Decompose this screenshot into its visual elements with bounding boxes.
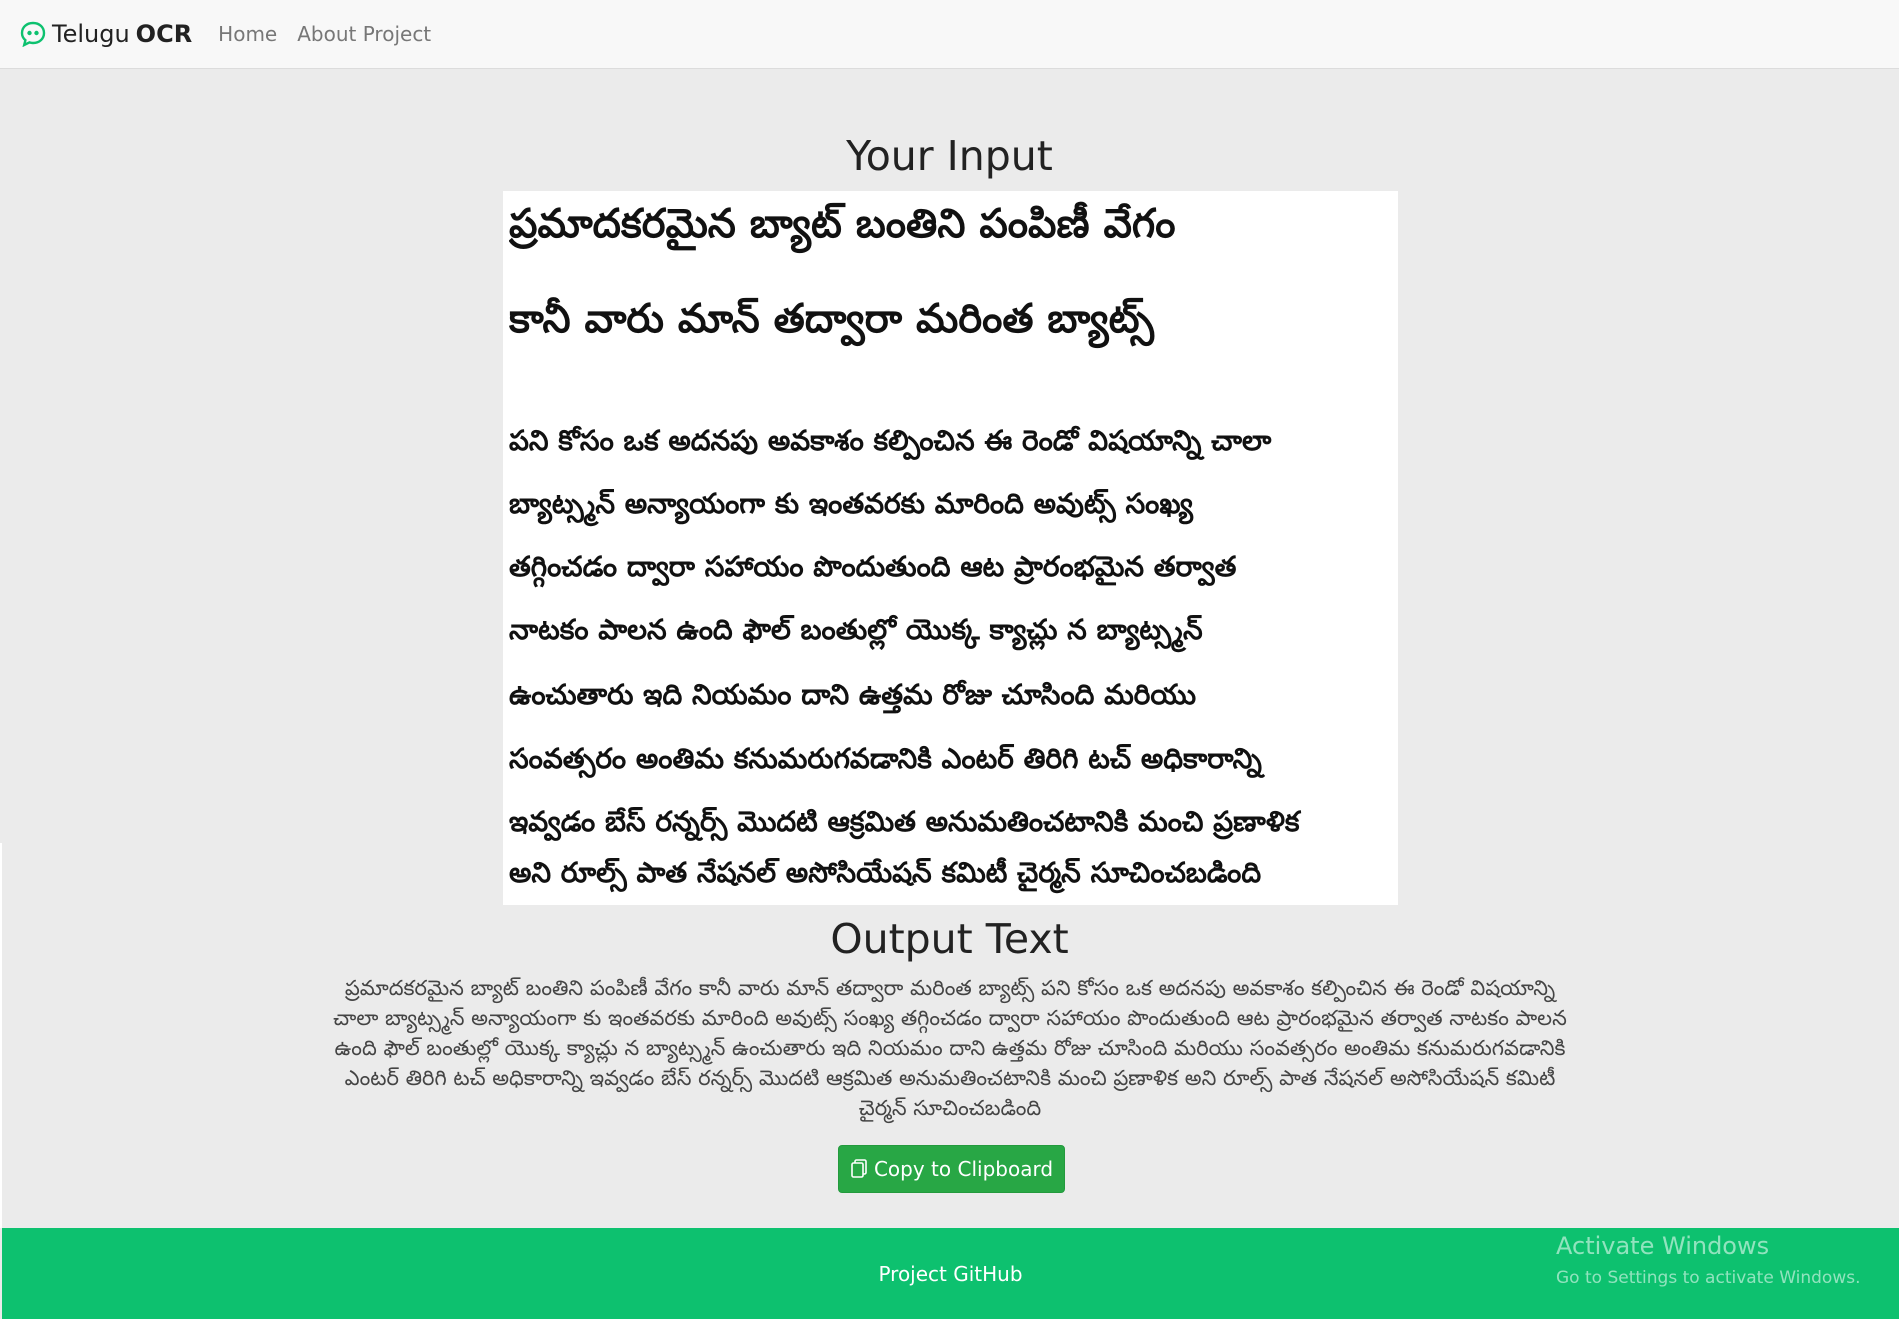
brand-name-bold: OCR [135,20,193,48]
nav-link-about-project[interactable]: About Project [297,22,431,46]
navbar: Telugu OCR Home About Project [0,0,1899,69]
divider [0,843,2,1228]
input-image-line: ఇవ్వడం బేస్ రన్నర్స్ మొదటి ఆక్రమిత అనుమత… [509,805,1300,838]
output-text: ప్రమాదకరమైన బ్యాట్ బంతిని పంపిణీ వేగం కా… [333,976,1567,1120]
input-image-line: తగ్గించడం ద్వారా సహాయం పొందుతుంది ఆట ప్ర… [509,550,1237,583]
input-image-line: కానీ వారు మాన్ తద్వారా మరింత బ్యాట్స్ [509,296,1154,342]
chat-bubble-icon [20,21,46,47]
brand-name: Telugu [52,20,130,48]
input-image-line: పని కోసం ఒక అదనపు అవకాశం కల్పించిన ఈ రెం… [509,424,1272,457]
input-image-line: బ్యాట్స్మన్ అన్యాయంగా కు ఇంతవరకు మారింది… [509,487,1193,520]
output-section-title: Output Text [830,915,1069,963]
clipboard-icon [851,1159,867,1178]
input-image-line: సంవత్సరం అంతిమ కనుమరుగవడానికి ఎంటర్ తిరి… [509,742,1262,775]
project-github-link[interactable]: Project GitHub [878,1262,1022,1286]
input-image: ప్రమాదకరమైన బ్యాట్ బంతిని పంపిణీ వేగం కా… [503,191,1398,905]
input-image-line: అని రూల్స్ పాత నేషనల్ అసోసియేషన్ కమిటీ చ… [509,856,1262,889]
input-section-title: Your Input [846,132,1053,180]
brand[interactable]: Telugu OCR [20,20,192,48]
copy-button-label: Copy to Clipboard [873,1157,1054,1181]
copy-to-clipboard-button[interactable]: Copy to Clipboard [838,1145,1065,1193]
nav-link-home[interactable]: Home [218,22,277,46]
watermark-title: Activate Windows [1556,1232,1770,1260]
input-image-line: ఉంచుతారు ఇది నియమం దాని ఉత్తమ రోజు చూసిం… [509,678,1197,711]
watermark-subtitle: Go to Settings to activate Windows. [1556,1268,1861,1288]
input-image-line: నాటకం పాలన ఉంది ఫౌల్ బంతుల్లో యొక్క క్యా… [509,613,1203,646]
input-image-line: ప్రమాదకరమైన బ్యాట్ బంతిని పంపిణీ వేగం [509,201,1176,247]
activate-windows-watermark: Activate Windows Go to Settings to activ… [1556,1232,1861,1288]
